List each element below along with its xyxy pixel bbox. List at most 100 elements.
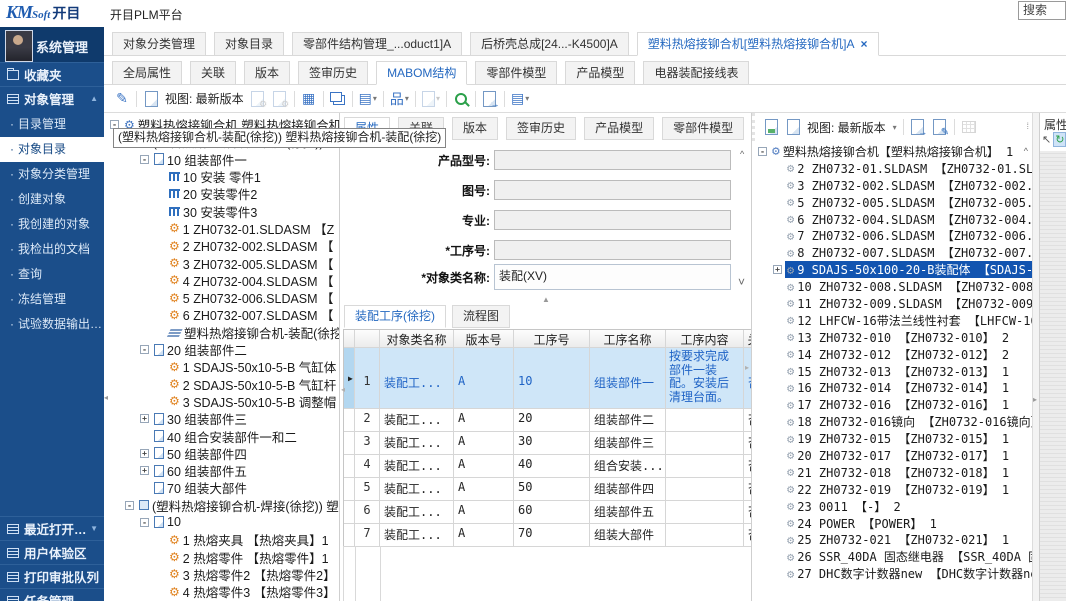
doc-gear-icon-2[interactable]	[272, 90, 288, 108]
table-cell[interactable]: 70	[514, 524, 590, 547]
image-doc-icon[interactable]	[932, 118, 948, 136]
left-tree-item[interactable]: 30 安装零件3	[106, 202, 339, 219]
cursor-icon[interactable]: ↖	[1042, 133, 1051, 146]
table-cell[interactable]: 否	[744, 455, 752, 478]
left-tree-item[interactable]: 10 安装 零件1	[106, 168, 339, 185]
right-tree-item[interactable]: ⚙22 ZH0732-019 【ZH0732-019】 1	[754, 481, 1032, 498]
table-cell[interactable]	[666, 409, 744, 432]
left-tree-item[interactable]: 40 组合安装部件一和二	[106, 427, 339, 444]
right-tree-item[interactable]: ⚙21 ZH0732-018 【ZH0732-018】 1	[754, 464, 1032, 481]
doc-tab-对象分类管理[interactable]: 对象分类管理	[112, 32, 206, 56]
tree-expander-icon[interactable]: -	[140, 155, 149, 164]
row-selector-cell[interactable]	[344, 455, 355, 478]
doc-tab-对象目录[interactable]: 对象目录	[214, 32, 284, 56]
row-selector-cell[interactable]	[344, 524, 355, 547]
table-row[interactable]: 5装配工...A50组装部件四否	[344, 478, 752, 501]
table-cell[interactable]: 否	[744, 501, 752, 524]
sidebar-section-打印审批队列[interactable]: 打印审批队列	[0, 564, 104, 588]
right-tree-item[interactable]: ⚙19 ZH0732-015 【ZH0732-015】 1	[754, 430, 1032, 447]
scroll-up-arrow-icon[interactable]: ^	[1024, 146, 1028, 156]
sidebar-section-最近打开…[interactable]: 最近打开…▼	[0, 516, 104, 540]
sub-tab-装配工序(徐挖)[interactable]: 装配工序(徐挖)	[344, 305, 446, 328]
field-input-工序号[interactable]	[494, 240, 731, 260]
right-tree-item[interactable]: +⚙9 SDAJS-50x100-20-B装配体 【SDAJS-50x1	[754, 261, 1032, 278]
table-cell[interactable]: 40	[514, 455, 590, 478]
structure-menu-icon[interactable]: 品▾	[390, 90, 409, 108]
left-tree-item[interactable]: ⚙2 热熔零件 【热熔零件】1	[106, 548, 339, 565]
field-input-对象类名称[interactable]: 装配(XV)	[494, 264, 731, 290]
table-cell[interactable]: 装配工...	[380, 524, 454, 547]
table-cell[interactable]: A	[454, 455, 514, 478]
panel-handle-icon[interactable]: ⁞	[1026, 121, 1029, 131]
doc-sync-icon[interactable]	[482, 90, 498, 108]
table-cell[interactable]	[666, 455, 744, 478]
form-scroll-up-icon[interactable]: ^	[740, 149, 744, 159]
left-tree-item[interactable]: -10	[106, 514, 339, 531]
table-cell[interactable]: 否	[744, 432, 752, 455]
table-cell[interactable]: 否	[744, 409, 752, 432]
right-tree-item[interactable]: ⚙14 ZH0732-012 【ZH0732-012】 2	[754, 346, 1032, 363]
tree-expander-icon[interactable]: +	[140, 414, 149, 423]
table-cell[interactable]: A	[454, 432, 514, 455]
table-cell[interactable]: 组装部件五	[590, 501, 666, 524]
table-row[interactable]: ▶1装配工...A10组装部件一按要求完成部件一装配。安装后清理台面。否	[344, 348, 752, 409]
right-tree-item[interactable]: ⚙25 ZH0732-021 【ZH0732-021】 1	[754, 531, 1032, 548]
left-tree-item[interactable]: ⚙4 热熔零件3 【热熔零件3】	[106, 583, 339, 600]
table-cell[interactable]	[666, 524, 744, 547]
left-tree-item[interactable]: +30 组装部件三	[106, 410, 339, 427]
table-cell[interactable]: A	[454, 348, 514, 409]
table-row[interactable]: 3装配工...A30组装部件三否	[344, 432, 752, 455]
tree-expander-icon[interactable]: -	[758, 147, 767, 156]
column-header-工序号[interactable]: 工序号	[514, 330, 590, 348]
left-tree-item[interactable]: +50 组装部件四	[106, 445, 339, 462]
table-cell[interactable]: 50	[514, 478, 590, 501]
search-doc-icon[interactable]	[453, 90, 469, 108]
table-cell[interactable]: 否	[744, 524, 752, 547]
table-cell[interactable]: 组装大部件	[590, 524, 666, 547]
export-doc-icon[interactable]	[910, 118, 926, 136]
module-tab-签审历史[interactable]: 签审历史	[298, 61, 368, 85]
left-tree-item[interactable]: -(塑料热熔接铆合机-焊接(徐挖)) 塑	[106, 497, 339, 514]
right-tree-item[interactable]: ⚙7 ZH0732-006.SLDASM 【ZH0732-006.SLDAS	[754, 227, 1032, 244]
module-tab-版本[interactable]: 版本	[244, 61, 290, 85]
right-tree-item[interactable]: ⚙12 LHFCW-16带法兰线性衬套 【LHFCW-16带	[754, 312, 1032, 329]
table-cell[interactable]: A	[454, 524, 514, 547]
table-cell[interactable]: 装配工...	[380, 348, 454, 409]
module-tab-产品模型[interactable]: 产品模型	[565, 61, 635, 85]
vertical-splitter[interactable]: ▸	[1032, 113, 1040, 601]
left-tree-item[interactable]: ⚙1 热熔夹具 【热熔夹具】1	[106, 531, 339, 548]
field-input-产品型号[interactable]	[494, 150, 731, 170]
module-tab-MABOM结构[interactable]: MABOM结构	[376, 61, 467, 85]
field-input-专业[interactable]	[494, 210, 731, 230]
doc-tab-塑料热熔接铆合机[塑料热熔接铆合机]A[interactable]: 塑料热熔接铆合机[塑料热熔接铆合机]A×	[637, 32, 879, 56]
collapse-arrow-icon[interactable]: ▼	[90, 524, 98, 533]
left-tree-item[interactable]: ⚙1 SDAJS-50x10-5-B 气缸体	[106, 358, 339, 375]
left-tree-item[interactable]: 20 安装零件2	[106, 185, 339, 202]
tree-expander-icon[interactable]: -	[125, 501, 134, 510]
row-number-column-header[interactable]	[355, 330, 380, 348]
left-tree-item[interactable]: 70 组装大部件	[106, 479, 339, 496]
table-cell[interactable]: A	[454, 409, 514, 432]
detail-tab-版本[interactable]: 版本	[452, 117, 498, 140]
tree-expander-icon[interactable]: -	[140, 518, 149, 527]
right-tree-item[interactable]: ⚙18 ZH0732-016镜向 【ZH0732-016镜向】 1	[754, 413, 1032, 430]
list-edit-menu-icon[interactable]: ▤▾	[511, 90, 529, 108]
module-tab-零部件模型[interactable]: 零部件模型	[475, 61, 557, 85]
sidebar-section-用户体验区[interactable]: 用户体验区	[0, 540, 104, 564]
row-selector-cell[interactable]: ▶	[344, 348, 355, 409]
table-cell[interactable]	[666, 501, 744, 524]
sidebar-item-对象分类管理[interactable]: 对象分类管理	[0, 162, 104, 187]
grid-icon[interactable]	[961, 118, 977, 136]
splitter-collapse-icon[interactable]: ▲	[542, 295, 550, 304]
left-tree-item[interactable]: +60 组装部件五	[106, 462, 339, 479]
scroll-left-arrow-icon[interactable]: ◂	[341, 385, 345, 394]
table-cell[interactable]: 组装部件一	[590, 348, 666, 409]
left-tree-item[interactable]: ⚙2 ZH0732-002.SLDASM 【	[106, 237, 339, 254]
field-input-图号[interactable]	[494, 180, 731, 200]
left-tree-item[interactable]: -20 组装部件二	[106, 341, 339, 358]
left-tree-item[interactable]: ⚙3 ZH0732-005.SLDASM 【	[106, 254, 339, 271]
column-header-对象类名称[interactable]: 对象类名称	[380, 330, 454, 348]
row-selector-cell[interactable]	[344, 409, 355, 432]
list-menu-icon[interactable]: ▤▾	[359, 90, 377, 108]
tree-expander-icon[interactable]: +	[140, 449, 149, 458]
